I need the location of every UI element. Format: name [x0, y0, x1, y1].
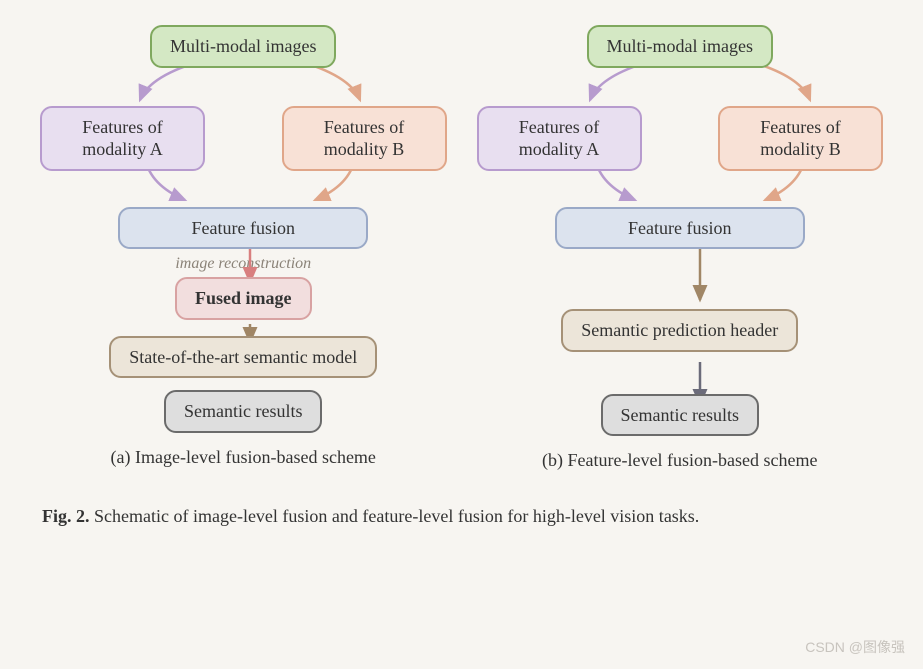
caption-prefix: Fig. 2. — [42, 506, 90, 526]
box-feat-b-a: Features of modality B — [282, 106, 447, 171]
box-feat-a-b: Features of modality A — [477, 106, 642, 171]
box-multi-modal-b: Multi-modal images — [587, 25, 773, 68]
box-results-a: Semantic results — [164, 390, 322, 433]
box-multi-modal-a: Multi-modal images — [150, 25, 336, 68]
row-features-a: Features of modality A Features of modal… — [40, 106, 447, 171]
box-fusion-a: Feature fusion — [118, 207, 368, 250]
scheme-a: Multi-modal images Features of modality … — [40, 20, 447, 471]
diagram-container: Multi-modal images Features of modality … — [0, 0, 923, 471]
box-results-b: Semantic results — [601, 394, 759, 437]
box-feat-a-a: Features of modality A — [40, 106, 205, 171]
figure-caption: Fig. 2. Schematic of image-level fusion … — [0, 503, 923, 530]
box-fused-image: Fused image — [175, 277, 312, 320]
scheme-a-label: (a) Image-level fusion-based scheme — [111, 447, 376, 468]
box-feat-b-b: Features of modality B — [718, 106, 883, 171]
box-pred-header: Semantic prediction header — [561, 309, 798, 352]
box-fusion-b: Feature fusion — [555, 207, 805, 250]
box-sota-model: State-of-the-art semantic model — [109, 336, 377, 379]
caption-body: Schematic of image-level fusion and feat… — [90, 506, 700, 526]
reconstruction-note: image reconstruction — [175, 255, 311, 273]
watermark: CSDN @图像强 — [805, 637, 905, 657]
scheme-b: Multi-modal images Features of modality … — [477, 20, 884, 471]
row-features-b: Features of modality A Features of modal… — [477, 106, 884, 171]
scheme-b-label: (b) Feature-level fusion-based scheme — [542, 450, 817, 471]
